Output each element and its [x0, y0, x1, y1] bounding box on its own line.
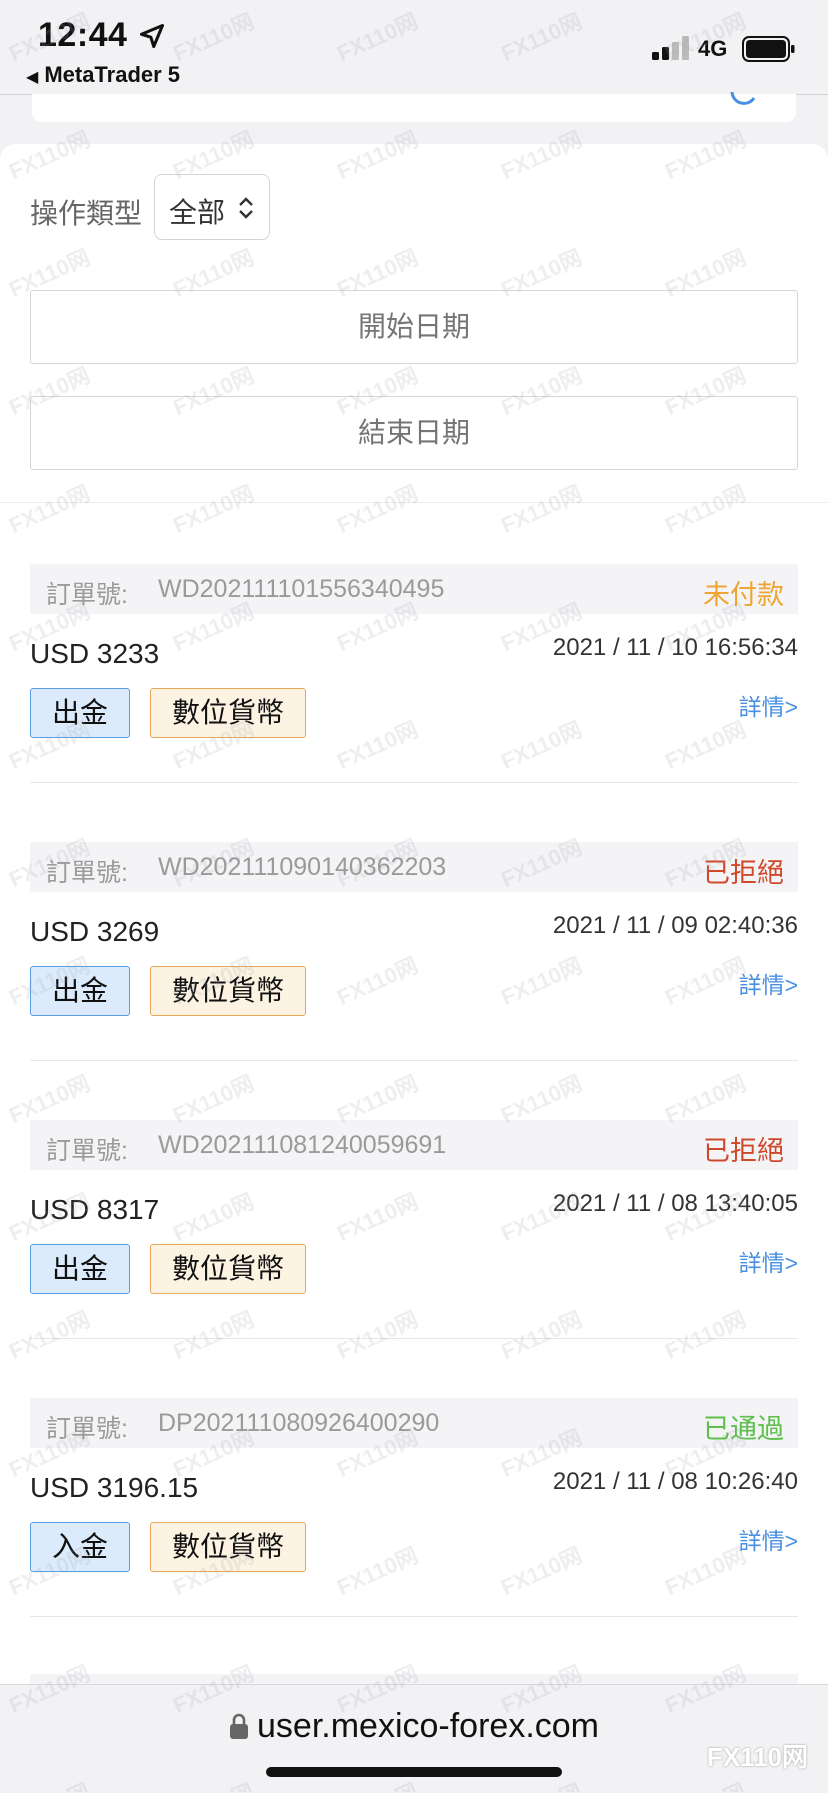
back-app-label: MetaTrader 5 — [44, 62, 181, 87]
end-date-input[interactable] — [30, 396, 798, 470]
filter-divider — [0, 502, 828, 503]
operation-type-label: 操作類型 — [30, 198, 143, 229]
order-divider — [30, 1060, 798, 1061]
order-detail-link[interactable]: 詳情> — [739, 966, 798, 1000]
order-datetime: 2021 / 11 / 08 10:26:40 — [552, 1468, 798, 1495]
order-number: DP202111080926400290 — [158, 1409, 440, 1437]
operation-type-value: 全部 — [169, 197, 226, 228]
browser-address-bar[interactable]: user.mexico-forex.com FX110网 — [0, 1684, 828, 1793]
search-field[interactable] — [32, 92, 796, 122]
order-type-tag: 出金 — [30, 688, 130, 738]
order-divider — [30, 782, 798, 783]
back-triangle-icon: ◀ — [26, 69, 39, 86]
home-indicator[interactable] — [266, 1767, 562, 1777]
payment-method-tag: 數位貨幣 — [150, 688, 306, 738]
search-icon[interactable] — [728, 92, 762, 120]
order-amount: USD 3269 — [30, 916, 160, 947]
order-divider — [30, 1338, 798, 1339]
order-datetime: 2021 / 11 / 09 02:40:36 — [552, 912, 798, 939]
order-type-tag: 出金 — [30, 966, 130, 1016]
order-divider — [30, 1616, 798, 1617]
start-date-input[interactable] — [30, 290, 798, 364]
status-time: 12:44 — [38, 16, 128, 54]
order-number-label: 訂單號: — [46, 1415, 128, 1443]
order-detail-link[interactable]: 詳情> — [739, 1244, 798, 1278]
order-number-label: 訂單號: — [46, 581, 128, 609]
lock-icon — [230, 1713, 248, 1739]
payment-method-tag: 數位貨幣 — [150, 1244, 306, 1294]
order-header: 訂單號: WD202111101556340495 未付款 — [30, 564, 798, 614]
order-number: WD202111081240059691 — [158, 1131, 447, 1159]
cell-signal-icon — [652, 36, 689, 60]
order-datetime: 2021 / 11 / 08 13:40:05 — [552, 1190, 798, 1217]
network-type: 4G — [698, 36, 728, 61]
operation-type-select[interactable]: 全部 — [154, 174, 270, 240]
payment-method-tag: 數位貨幣 — [150, 966, 306, 1016]
order-amount: USD 8317 — [30, 1194, 160, 1225]
order-detail-link[interactable]: 詳情> — [739, 688, 798, 722]
status-bar: 12:44 ◀ MetaTrader 5 4G — [0, 0, 828, 95]
order-header: 訂單號: WD202111081240059691 已拒絕 — [30, 1120, 798, 1170]
url-text: user.mexico-forex.com — [257, 1707, 599, 1745]
order-type-tag: 出金 — [30, 1244, 130, 1294]
order-number-label: 訂單號: — [46, 1137, 128, 1165]
url-display[interactable]: user.mexico-forex.com — [0, 1707, 828, 1746]
order-status: 已拒絕 — [703, 1136, 784, 1166]
order-number: WD202111090140362203 — [158, 853, 447, 881]
order-amount: USD 3196.15 — [30, 1472, 199, 1503]
order-header: 訂單號: DP202111080926400290 已通過 — [30, 1398, 798, 1448]
order-amount: USD 3233 — [30, 638, 160, 669]
location-arrow-icon — [139, 23, 165, 49]
order-datetime: 2021 / 11 / 10 16:56:34 — [552, 634, 798, 661]
order-status: 已拒絕 — [703, 858, 784, 888]
order-header: 訂單號: WD202111090140362203 已拒絕 — [30, 842, 798, 892]
order-number-label: 訂單號: — [46, 859, 128, 887]
back-to-app-link[interactable]: ◀ MetaTrader 5 — [26, 62, 180, 88]
order-status: 已通過 — [703, 1414, 784, 1444]
battery-icon — [742, 36, 795, 62]
transaction-panel: 操作類型 全部 訂單號: WD202111101556340495 未付款 US… — [0, 144, 828, 1686]
chevron-up-down-icon — [239, 197, 253, 219]
order-detail-link[interactable]: 詳情> — [739, 1522, 798, 1556]
order-status: 未付款 — [703, 580, 784, 610]
payment-method-tag: 數位貨幣 — [150, 1522, 306, 1572]
order-type-tag: 入金 — [30, 1522, 130, 1572]
watermark-logo: FX110网 — [706, 1742, 808, 1772]
order-number: WD202111101556340495 — [158, 575, 445, 603]
